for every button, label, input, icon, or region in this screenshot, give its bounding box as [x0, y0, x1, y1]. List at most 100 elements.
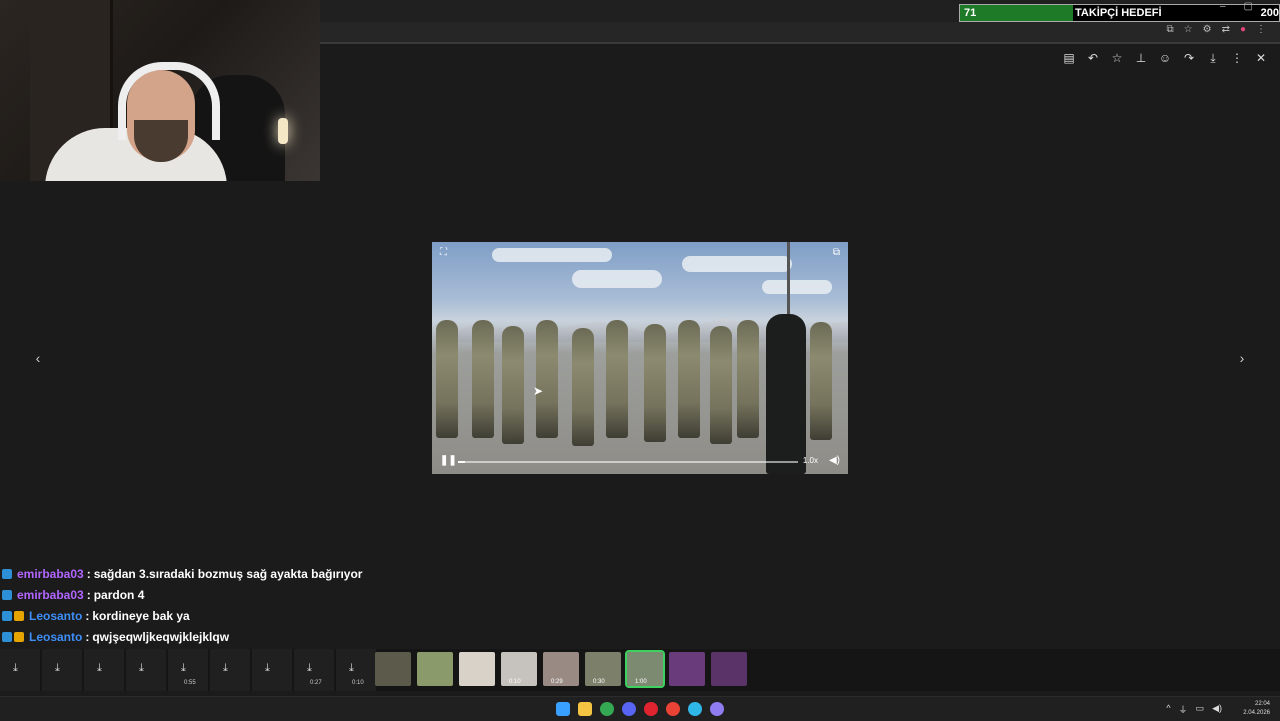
prev-media-button[interactable]: ‹ — [31, 350, 45, 366]
maximize-icon[interactable]: ▢ — [1244, 1, 1253, 12]
media-thumbnail[interactable]: 0:10 — [501, 652, 537, 686]
next-media-button[interactable]: › — [1235, 350, 1249, 366]
chat-separator: : — [85, 629, 90, 644]
video-soldier — [536, 320, 558, 438]
discord-icon[interactable] — [622, 702, 636, 716]
download-icon[interactable]: ⤓ — [1206, 50, 1220, 66]
popout-icon[interactable]: ⧉ — [833, 247, 840, 258]
share-icon[interactable]: ↷ — [1182, 50, 1196, 66]
taskbar-clock[interactable]: 22:04 2.04.2026 — [1243, 700, 1270, 718]
follower-goal-bar: 71 TAKİPÇİ HEDEFİ 200 – ▢ — [959, 1, 1280, 22]
chat-badge-icon — [2, 568, 12, 579]
close-icon[interactable]: ✕ — [1254, 50, 1268, 66]
star-icon[interactable]: ☆ — [1110, 50, 1124, 66]
video-cloud — [762, 280, 832, 294]
chat-username[interactable]: emirbaba03 — [17, 567, 84, 581]
pause-icon[interactable]: ❚❚ — [440, 455, 457, 466]
media-thumbnail[interactable]: 0:29 — [543, 652, 579, 686]
video-soldier — [644, 324, 666, 442]
tab-search-icon[interactable]: ⧉ — [1166, 24, 1173, 35]
media-duration: 0:27 — [310, 680, 322, 686]
more-icon[interactable]: ⋮ — [1230, 50, 1244, 66]
media-download-button[interactable]: ⤓ 0:55 — [168, 649, 208, 691]
webcam-light — [278, 118, 288, 144]
video-flagpole — [787, 242, 790, 322]
chat-badge-icon — [14, 610, 24, 621]
video-soldier — [472, 320, 494, 438]
media-download-button[interactable]: ⤓ — [42, 649, 82, 691]
bookmark-icon[interactable]: ☆ — [1184, 24, 1193, 35]
chat-username[interactable]: emirbaba03 — [17, 588, 84, 602]
emoji-icon[interactable]: ☺ — [1158, 50, 1172, 66]
media-thumbnail[interactable] — [417, 652, 453, 686]
media-thumbnail[interactable] — [711, 652, 747, 686]
chat-badge-icon — [2, 610, 12, 621]
chat-text: qwjşeqwljkeqwjklejklqw — [92, 629, 230, 644]
start-icon[interactable] — [556, 702, 570, 716]
caption-icon[interactable]: ▤ — [1062, 50, 1076, 66]
volume-icon[interactable]: ◀) — [829, 455, 840, 466]
browser-menu-icon[interactable]: ⋮ — [1256, 24, 1266, 35]
browser-address-bar[interactable] — [320, 22, 1280, 44]
media-thumbnail-strip: ⤓ ⤓ ⤓ ⤓ ⤓ 0:55 ⤓ ⤓ ⤓ 0:27 ⤓ 0:10 0:10 0:29 0:30 1:00 — [0, 649, 1280, 691]
media-thumbnail[interactable] — [669, 652, 705, 686]
media-thumbnail[interactable]: 0:30 — [585, 652, 621, 686]
media-duration: 0:55 — [184, 680, 196, 686]
video-soldier — [737, 320, 759, 438]
video-seek-progress — [458, 461, 465, 463]
media-download-button[interactable]: ⤓ — [210, 649, 250, 691]
webcam-overlay — [0, 0, 320, 181]
edge-icon[interactable] — [688, 702, 702, 716]
follower-goal-fill — [960, 5, 1074, 21]
media-download-button[interactable]: ⤓ — [0, 649, 40, 691]
download-icon: ⤓ — [139, 662, 144, 674]
pin-icon[interactable]: ⊥ — [1134, 50, 1148, 66]
chat-separator: : — [86, 587, 91, 602]
video-player[interactable]: ⛶ ⧉ ➤ ❚❚ 1.0x ◀) — [432, 242, 848, 474]
chrome-icon[interactable] — [600, 702, 614, 716]
system-tray: ^ ⏚ ▭ ◀) — [1166, 703, 1222, 716]
explorer-icon[interactable] — [578, 702, 592, 716]
minimize-icon[interactable]: – — [1220, 1, 1226, 12]
download-icon: ⤓ — [223, 662, 228, 674]
media-download-button[interactable]: ⤓ 0:10 — [336, 649, 376, 691]
playback-speed[interactable]: 1.0x — [803, 456, 818, 465]
extensions-icon[interactable]: ⚙ — [1203, 24, 1212, 35]
media-download-button[interactable]: ⤓ — [126, 649, 166, 691]
media-download-button[interactable]: ⤓ — [252, 649, 292, 691]
opera-icon[interactable] — [644, 702, 658, 716]
chat-overlay: emirbaba03: sağdan 3.sıradaki bozmuş sağ … — [2, 563, 422, 647]
media-download-button[interactable]: ⤓ 0:27 — [294, 649, 334, 691]
media-download-button[interactable]: ⤓ — [84, 649, 124, 691]
chrome2-icon[interactable] — [666, 702, 680, 716]
chat-username[interactable]: Leosanto — [29, 630, 82, 644]
video-soldier — [678, 320, 700, 438]
chat-separator: : — [86, 566, 91, 581]
chat-text: sağdan 3.sıradaki bozmuş sağ ayakta bağı… — [93, 566, 363, 581]
video-seek-bar[interactable] — [458, 461, 798, 463]
profile-icon[interactable]: ● — [1240, 24, 1246, 35]
tray-usb-icon[interactable]: ⏚ — [1179, 703, 1188, 716]
download-icon: ⤓ — [349, 662, 354, 674]
media-thumbnail[interactable] — [375, 652, 411, 686]
media-duration: 1:00 — [635, 679, 647, 685]
tray-volume-icon[interactable]: ◀) — [1212, 703, 1222, 716]
chat-username[interactable]: Leosanto — [29, 609, 82, 623]
fullscreen-icon[interactable]: ⛶ — [440, 247, 447, 258]
obs-icon[interactable] — [710, 702, 724, 716]
mouse-cursor-icon: ➤ — [533, 384, 544, 398]
video-soldier — [810, 322, 832, 440]
media-thumbnail[interactable] — [459, 652, 495, 686]
chat-text: kordineye bak ya — [92, 608, 190, 623]
download-icon: ⤓ — [55, 662, 60, 674]
sync-icon[interactable]: ⇄ — [1222, 24, 1230, 35]
tray-overflow-icon[interactable]: ^ — [1166, 703, 1170, 716]
tray-display-icon[interactable]: ▭ — [1196, 703, 1205, 716]
reply-icon[interactable]: ↶ — [1086, 50, 1100, 66]
media-duration: 0:10 — [352, 680, 364, 686]
media-thumbnail[interactable]: 1:00 — [625, 650, 665, 688]
video-soldier — [710, 326, 732, 444]
media-duration: 0:10 — [509, 679, 521, 685]
chat-message: Leosanto: kordineye bak ya — [2, 605, 422, 626]
video-cloud — [572, 270, 662, 288]
